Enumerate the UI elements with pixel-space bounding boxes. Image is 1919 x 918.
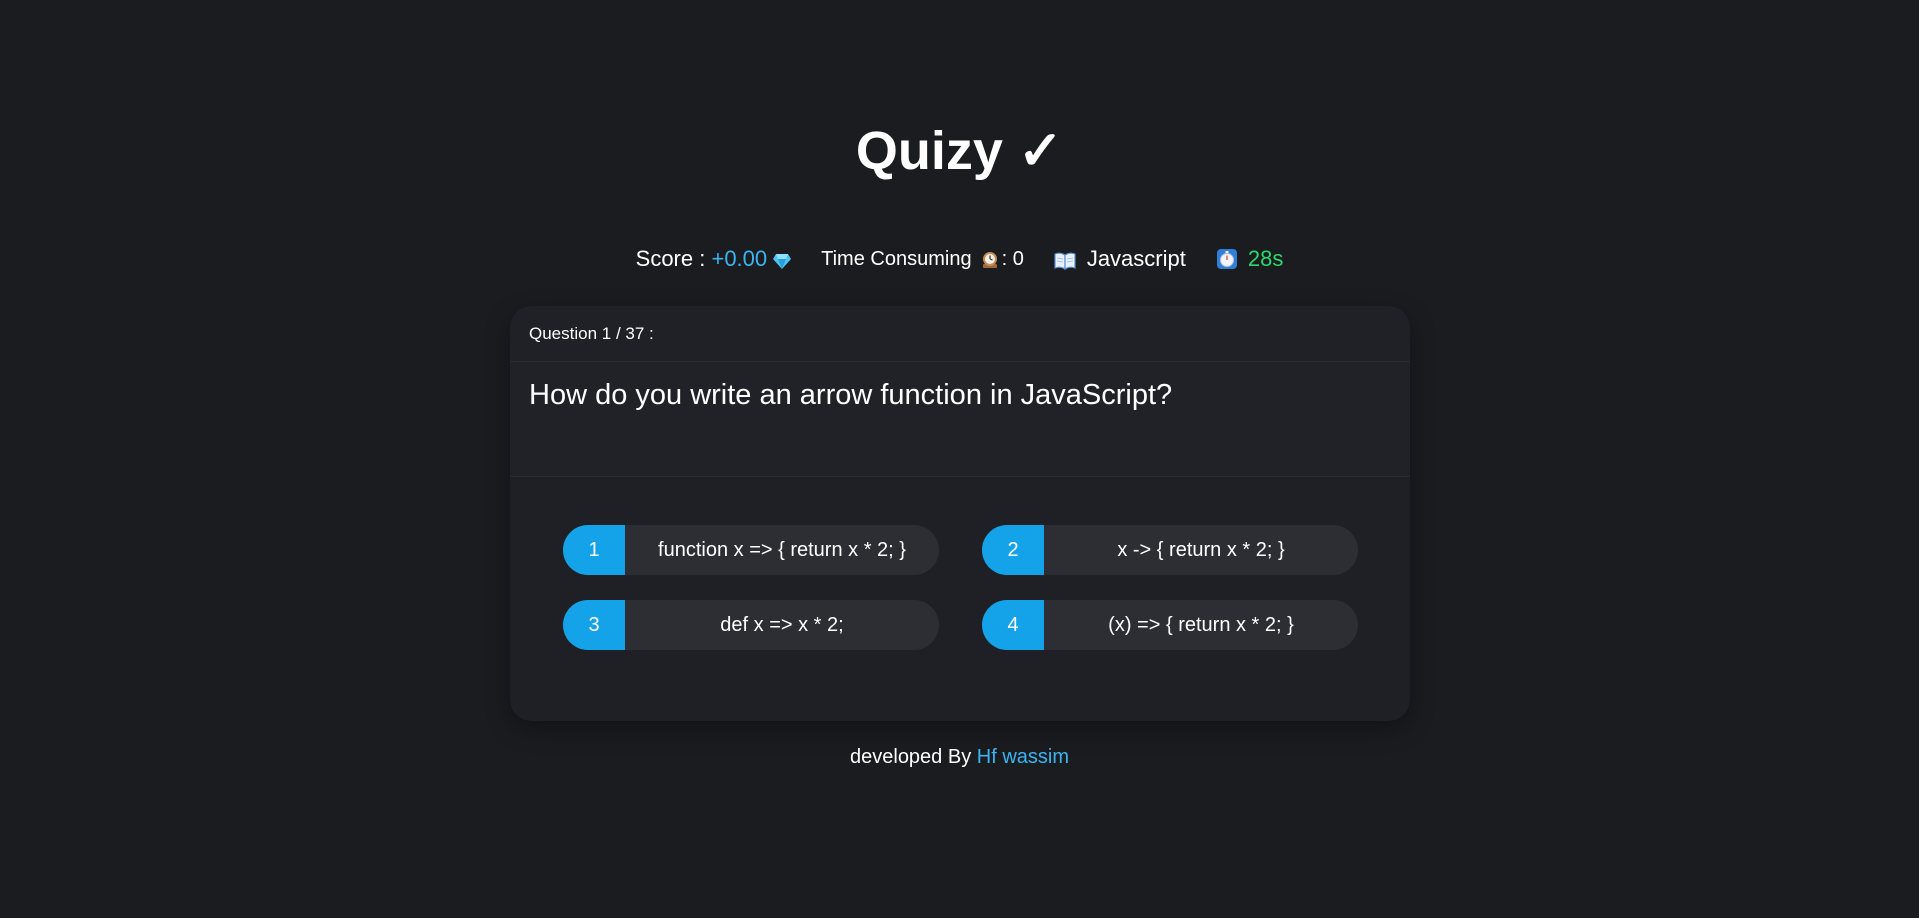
answer-text: function x => { return x * 2; } (658, 538, 906, 561)
question-body: How do you write an arrow function in Ja… (510, 362, 1410, 477)
answer-option-1[interactable]: 1 function x => { return x * 2; } (563, 525, 939, 575)
answer-number: 1 (563, 525, 625, 575)
gem-icon (772, 249, 792, 269)
clock-icon (980, 249, 1000, 269)
time-label: Time Consuming (821, 248, 972, 270)
app-title: Quizy ✓ (0, 118, 1919, 184)
question-card: Question 1 / 37 : How do you write an ar… (510, 306, 1410, 721)
question-header: Question 1 / 37 : (510, 306, 1410, 362)
category-stat: Javascript (1053, 244, 1186, 274)
score-stat: Score : +0.00 (636, 244, 793, 274)
answer-options: 1 function x => { return x * 2; } 2 x ->… (510, 477, 1410, 720)
answer-number: 3 (563, 600, 625, 650)
answer-number: 4 (982, 600, 1044, 650)
answer-option-4[interactable]: 4 (x) => { return x * 2; } (982, 600, 1358, 650)
category-name: Javascript (1086, 246, 1186, 271)
stats-bar: Score : +0.00 Time Consuming: 0 Javascr… (0, 244, 1919, 274)
check-mark: ✓ (1017, 121, 1064, 181)
timer-value: 28s (1247, 246, 1284, 271)
question-text: How do you write an arrow function in Ja… (529, 379, 1173, 411)
question-counter: Question 1 / 37 : (529, 323, 654, 343)
answer-text: x -> { return x * 2; } (1117, 538, 1285, 561)
score-value: +0.00 (711, 246, 768, 271)
answer-option-2[interactable]: 2 x -> { return x * 2; } (982, 525, 1358, 575)
answer-text: (x) => { return x * 2; } (1108, 613, 1294, 636)
footer-prefix: developed By (850, 746, 972, 768)
author-link[interactable]: Hf wassim (977, 746, 1069, 768)
answer-option-3[interactable]: 3 def x => x * 2; (563, 600, 939, 650)
time-value: 0 (1012, 248, 1024, 270)
timer-stat: 28s (1216, 244, 1283, 274)
time-stat: Time Consuming : 0 (821, 244, 1024, 274)
score-label: Score : (635, 246, 706, 271)
time-separator: : (1001, 248, 1008, 270)
book-icon (1053, 249, 1077, 271)
timer-icon (1216, 248, 1238, 270)
quiz-page: Quizy ✓ Score : +0.00 Time Consuming: 0… (0, 0, 1919, 918)
app-title-text: Quizy (855, 121, 1003, 181)
footer: developed By Hf wassim (0, 744, 1919, 770)
answer-number: 2 (982, 525, 1044, 575)
answer-text: def x => x * 2; (720, 613, 844, 636)
